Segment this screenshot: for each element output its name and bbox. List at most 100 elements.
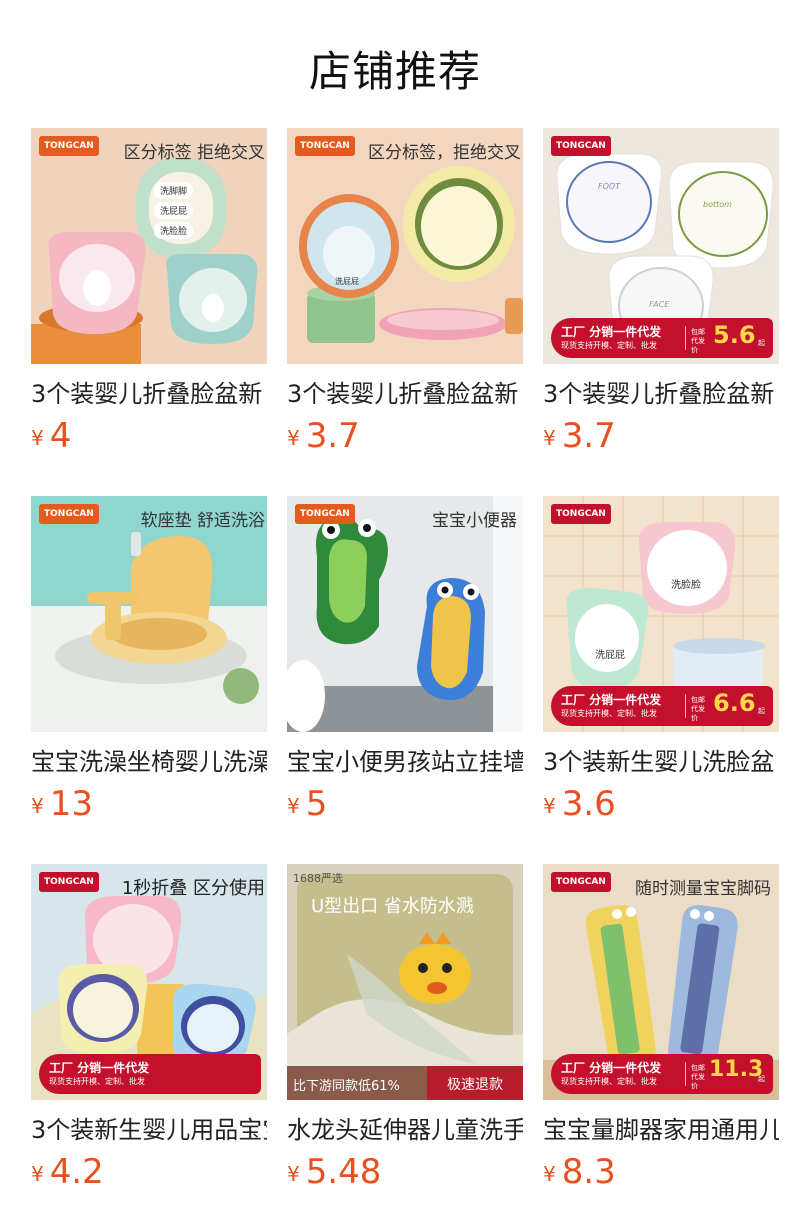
currency-symbol: ¥ bbox=[543, 426, 556, 450]
product-name[interactable]: 宝宝小便男孩站立挂墙 bbox=[287, 742, 523, 777]
basin-label: 洗脚脚 bbox=[154, 182, 194, 199]
product-price: ¥3.7 bbox=[287, 416, 360, 456]
basin-label: FACE bbox=[649, 300, 670, 309]
product-name[interactable]: 3个装婴儿折叠脸盆新 bbox=[31, 374, 267, 409]
product-name[interactable]: 3个装新生婴儿洗脸盆 bbox=[543, 742, 779, 777]
product-card[interactable]: TONGCAN 洗脸脸 洗屁屁 工厂 分销一件代发 现货支持开模、定制、批发 包… bbox=[543, 496, 779, 824]
price-value: 3.7 bbox=[305, 416, 360, 456]
basin-label: 洗脸脸 bbox=[154, 222, 194, 239]
promo-banner: 工厂 分销一件代发 现货支持开模、定制、批发 包邮 代发价 11.3 起 bbox=[551, 1054, 773, 1094]
promo-banner: 工厂 分销一件代发 现货支持开模、定制、批发 bbox=[39, 1054, 261, 1094]
promo-line1: 工厂 分销一件代发 bbox=[561, 693, 662, 707]
brand-badge: TONGCAN bbox=[39, 136, 99, 156]
image-caption: 软座垫 舒适洗浴 bbox=[140, 511, 265, 531]
product-price: ¥5 bbox=[287, 784, 327, 824]
product-image[interactable]: TONGCAN FOOT bottom FACE 工厂 分销一件代发 现货支持开… bbox=[543, 128, 779, 364]
price-value: 13 bbox=[49, 784, 93, 824]
price-value: 3.7 bbox=[561, 416, 616, 456]
product-illustration bbox=[31, 496, 267, 732]
price-value: 5.48 bbox=[305, 1152, 382, 1192]
image-caption: U型出口 省水防水溅 bbox=[311, 896, 474, 917]
product-card[interactable]: TONGCAN 区分标签 拒绝交叉 洗脚脚 洗屁屁 洗脸脸 3个装婴儿折叠脸盆新… bbox=[31, 128, 267, 456]
product-card[interactable]: TONGCAN 软座垫 舒适洗浴 宝宝洗澡坐椅婴儿洗澡 ¥13 bbox=[31, 496, 267, 824]
product-price: ¥3.6 bbox=[543, 784, 616, 824]
fast-refund-badge: 极速退款 bbox=[427, 1066, 523, 1100]
promo-line1: 工厂 分销一件代发 bbox=[561, 1061, 662, 1075]
price-value: 5 bbox=[305, 784, 328, 824]
product-name[interactable]: 宝宝量脚器家用通用儿 bbox=[543, 1110, 779, 1145]
product-name[interactable]: 3个装婴儿折叠脸盆新 bbox=[543, 374, 779, 409]
product-image[interactable]: TONGCAN 软座垫 舒适洗浴 bbox=[31, 496, 267, 732]
product-image[interactable]: TONGCAN 1秒折叠 区分使用 工厂 分销一件代发 现货支持开模、定制、批发 bbox=[31, 864, 267, 1100]
image-caption: 1秒折叠 区分使用 bbox=[121, 878, 265, 899]
promo-suffix: 起 bbox=[758, 1075, 765, 1083]
promo-line2: 现货支持开模、定制、批发 bbox=[49, 1077, 145, 1086]
promo-line2: 现货支持开模、定制、批发 bbox=[561, 1077, 657, 1086]
product-image[interactable]: TONGCAN 洗脸脸 洗屁屁 工厂 分销一件代发 现货支持开模、定制、批发 包… bbox=[543, 496, 779, 732]
promo-banner: 工厂 分销一件代发 现货支持开模、定制、批发 包邮 代发价 5.6 起 bbox=[551, 318, 773, 358]
product-image[interactable]: 1688严选 U型出口 省水防水溅 比下游同款低61% 极速退款 bbox=[287, 864, 523, 1100]
image-caption: 区分标签，拒绝交叉 bbox=[368, 143, 521, 163]
product-name[interactable]: 3个装新生婴儿用品宝宝 bbox=[31, 1110, 267, 1145]
brand-badge: TONGCAN bbox=[551, 504, 611, 524]
product-price: ¥3.7 bbox=[543, 416, 616, 456]
product-card[interactable]: TONGCAN 区分标签，拒绝交叉 洗屁屁 3个装婴儿折叠脸盆新 ¥3.7 bbox=[287, 128, 523, 456]
image-caption: 宝宝小便器 bbox=[432, 511, 517, 531]
promo-prefix: 包邮 代发价 bbox=[691, 328, 705, 354]
currency-symbol: ¥ bbox=[287, 1162, 300, 1186]
promo-divider bbox=[685, 326, 686, 350]
promo-prefix: 包邮 代发价 bbox=[691, 1064, 705, 1090]
brand-badge: TONGCAN bbox=[39, 872, 99, 892]
product-card[interactable]: TONGCAN 1秒折叠 区分使用 工厂 分销一件代发 现货支持开模、定制、批发… bbox=[31, 864, 267, 1192]
basin-label: 洗屁屁 bbox=[335, 277, 359, 286]
brand-badge: TONGCAN bbox=[39, 504, 99, 524]
currency-symbol: ¥ bbox=[543, 1162, 556, 1186]
promo-line1: 工厂 分销一件代发 bbox=[49, 1061, 150, 1075]
brand-badge: TONGCAN bbox=[295, 504, 355, 524]
currency-symbol: ¥ bbox=[287, 426, 300, 450]
promo-price: 5.6 bbox=[713, 321, 756, 349]
promo-line2: 现货支持开模、定制、批发 bbox=[561, 709, 657, 718]
product-illustration bbox=[287, 128, 523, 364]
promo-line1: 工厂 分销一件代发 bbox=[561, 325, 662, 339]
product-image[interactable]: TONGCAN 区分标签 拒绝交叉 洗脚脚 洗屁屁 洗脸脸 bbox=[31, 128, 267, 364]
product-grid: TONGCAN 区分标签 拒绝交叉 洗脚脚 洗屁屁 洗脸脸 3个装婴儿折叠脸盆新… bbox=[31, 128, 779, 1192]
product-image[interactable]: TONGCAN 宝宝小便器 bbox=[287, 496, 523, 732]
promo-line2: 现货支持开模、定制、批发 bbox=[561, 341, 657, 350]
price-value: 4 bbox=[49, 416, 72, 456]
currency-symbol: ¥ bbox=[31, 794, 44, 818]
product-name[interactable]: 3个装婴儿折叠脸盆新 bbox=[287, 374, 523, 409]
product-image[interactable]: TONGCAN 随时测量宝宝脚码 工厂 分销一件代发 现货支持开模、定制、批发 … bbox=[543, 864, 779, 1100]
product-name[interactable]: 宝宝洗澡坐椅婴儿洗澡 bbox=[31, 742, 267, 777]
product-image[interactable]: TONGCAN 区分标签，拒绝交叉 洗屁屁 bbox=[287, 128, 523, 364]
currency-symbol: ¥ bbox=[31, 1162, 44, 1186]
product-card[interactable]: TONGCAN 宝宝小便器 宝宝小便男孩站立挂墙 ¥5 bbox=[287, 496, 523, 824]
price-value: 4.2 bbox=[49, 1152, 104, 1192]
product-illustration bbox=[287, 496, 523, 732]
price-value: 8.3 bbox=[561, 1152, 616, 1192]
product-price: ¥4.2 bbox=[31, 1152, 104, 1192]
price-compare-text: 比下游同款低61% bbox=[293, 1079, 400, 1094]
promo-divider bbox=[685, 694, 686, 718]
image-caption: 随时测量宝宝脚码 bbox=[635, 879, 771, 899]
product-name[interactable]: 水龙头延伸器儿童洗手 bbox=[287, 1110, 523, 1145]
product-card[interactable]: TONGCAN 随时测量宝宝脚码 工厂 分销一件代发 现货支持开模、定制、批发 … bbox=[543, 864, 779, 1192]
basin-label: 洗脸脸 bbox=[671, 580, 701, 591]
brand-badge: TONGCAN bbox=[551, 872, 611, 892]
currency-symbol: ¥ bbox=[287, 794, 300, 818]
brand-badge: TONGCAN bbox=[295, 136, 355, 156]
promo-divider bbox=[685, 1062, 686, 1086]
product-price: ¥8.3 bbox=[543, 1152, 616, 1192]
page-title: 店铺推荐 bbox=[308, 47, 481, 96]
basin-label: FOOT bbox=[598, 182, 621, 191]
selection-tag: 1688严选 bbox=[293, 872, 343, 885]
product-card[interactable]: TONGCAN FOOT bottom FACE 工厂 分销一件代发 现货支持开… bbox=[543, 128, 779, 456]
promo-banner: 工厂 分销一件代发 现货支持开模、定制、批发 包邮 代发价 6.6 起 bbox=[551, 686, 773, 726]
price-value: 3.6 bbox=[561, 784, 616, 824]
promo-bottom-bar: 比下游同款低61% 极速退款 bbox=[287, 1066, 523, 1100]
product-illustration bbox=[31, 128, 267, 364]
basin-label: 洗屁屁 bbox=[595, 650, 625, 661]
promo-suffix: 起 bbox=[758, 707, 765, 715]
image-caption: 区分标签 拒绝交叉 bbox=[123, 143, 265, 163]
product-card[interactable]: 1688严选 U型出口 省水防水溅 比下游同款低61% 极速退款 水龙头延伸器儿… bbox=[287, 864, 523, 1192]
